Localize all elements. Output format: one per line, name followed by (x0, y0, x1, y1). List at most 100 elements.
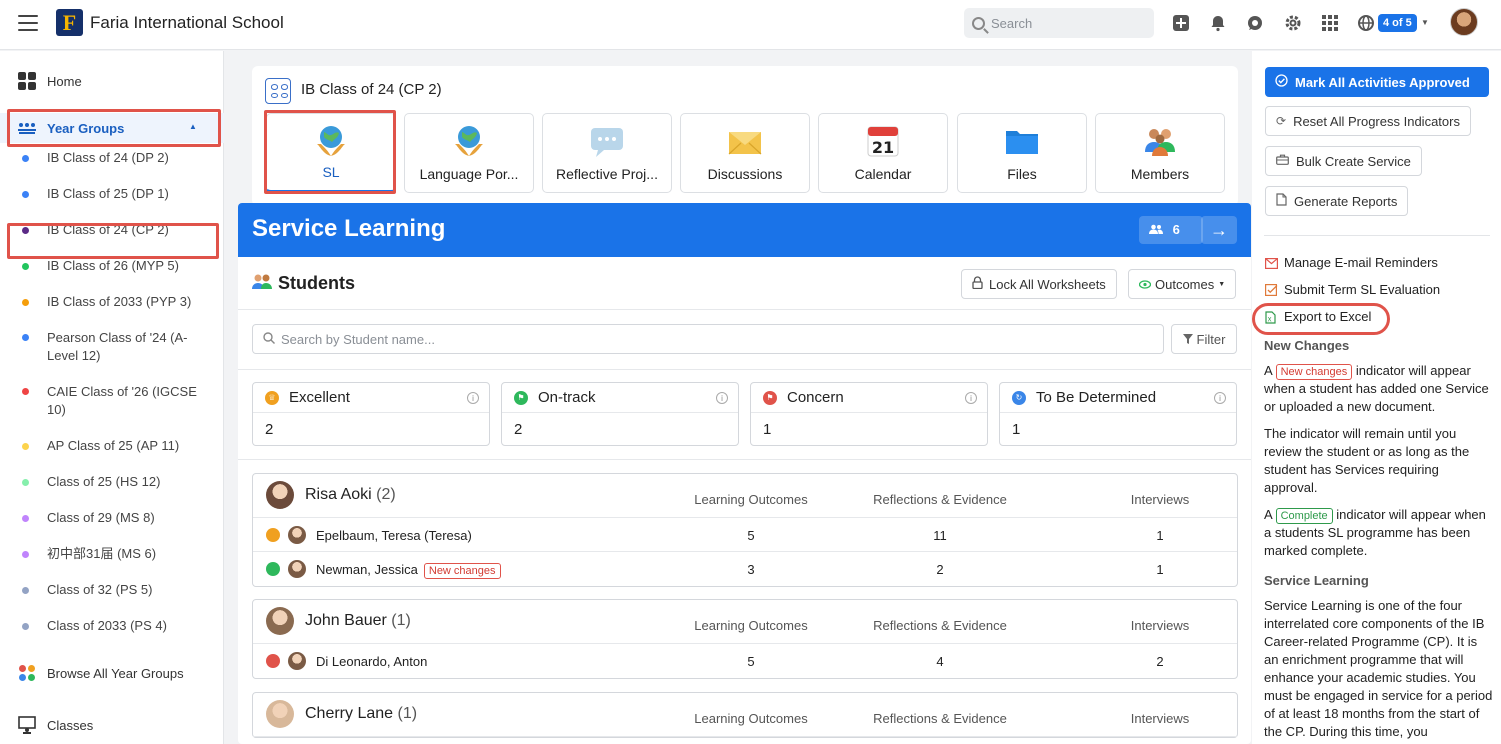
student-name[interactable]: Di Leonardo, Anton (316, 654, 427, 669)
school-name[interactable]: Faria International School (90, 13, 284, 33)
arrow-right-icon[interactable]: → (1201, 216, 1237, 244)
advisor-group: Cherry Lane (1) Learning Outcomes Reflecti… (252, 692, 1238, 738)
sidebar-item-year-group[interactable]: IB Class of 24 (DP 2) (0, 149, 224, 167)
student-name[interactable]: Newman, Jessica New changes (316, 562, 501, 579)
sidebar-item-year-group[interactable]: Class of 32 (PS 5) (0, 581, 224, 599)
home-icon (18, 72, 36, 90)
sidebar-item-year-group[interactable]: CAIE Class of '26 (IGCSE 10) (0, 383, 224, 419)
reflections-value: 11 (933, 528, 947, 543)
submit-term-sl-evaluation-link[interactable]: Submit Term SL Evaluation (1265, 282, 1440, 297)
class-tools-card: IB Class of 24 (CP 2) SL Language Por... R… (252, 66, 1238, 206)
apps-grid-icon[interactable] (1321, 14, 1339, 32)
account-badge[interactable]: 4 of 5 (1378, 14, 1417, 32)
advisor-name[interactable]: John Bauer (1) (305, 612, 411, 630)
tool-tile-label: Language Por... (419, 166, 519, 182)
global-search-input[interactable]: Search (964, 8, 1154, 38)
stat-card: ↻ To Be Determined i 1 (999, 382, 1237, 446)
table-row[interactable]: Di Leonardo, Anton 5 4 2 (253, 644, 1237, 678)
status-icon (266, 654, 280, 668)
globe-icon[interactable] (1357, 14, 1375, 32)
reset-progress-button[interactable]: ⟳ Reset All Progress Indicators (1265, 106, 1471, 136)
sidebar-item-year-group[interactable]: IB Class of 2033 (PYP 3) (0, 293, 224, 311)
manage-email-reminders-link[interactable]: Manage E-mail Reminders (1265, 255, 1438, 270)
info-icon[interactable]: i (716, 392, 728, 404)
sidebar-item-label: IB Class of 2033 (PYP 3) (47, 294, 192, 309)
outcomes-label: Outcomes (1155, 276, 1215, 292)
advisor-count: (1) (397, 705, 418, 722)
user-avatar[interactable] (1450, 8, 1478, 36)
manage-email-reminders-label: Manage E-mail Reminders (1284, 255, 1438, 270)
sidebar-item-browse-all[interactable]: Browse All Year Groups (0, 663, 224, 683)
tool-tile[interactable]: Members (1095, 113, 1225, 193)
generate-reports-button[interactable]: Generate Reports (1265, 186, 1409, 216)
bulk-create-service-button[interactable]: Bulk Create Service (1265, 146, 1422, 176)
tool-tile[interactable]: 21 Calendar (818, 113, 948, 193)
service-learning-heading: Service Learning (1264, 573, 1369, 588)
sidebar-item-year-group[interactable]: Class of 29 (MS 8) (0, 509, 224, 527)
avatar[interactable] (266, 700, 294, 728)
chevron-down-icon[interactable]: ▼ (1416, 14, 1434, 32)
column-header: Learning Outcomes (694, 492, 808, 507)
speech-bubble-icon (590, 124, 624, 158)
column-header: Reflections & Evidence (873, 618, 1007, 633)
student-name-text: Di Leonardo, Anton (316, 654, 428, 669)
avatar (288, 560, 306, 578)
stat-value: 1 (763, 421, 772, 438)
members-count-button[interactable]: 6 (1139, 216, 1203, 244)
right-panel: Mark All Activities Approved ⟳ Reset All… (1252, 51, 1501, 744)
advisor-name[interactable]: Risa Aoki (2) (305, 486, 396, 504)
sidebar-item-classes[interactable]: Classes (0, 715, 224, 735)
service-learning-card: Service Learning 6 → Students Lock All W… (238, 203, 1251, 744)
sidebar-item-year-group[interactable]: Pearson Class of '24 (A-Level 12) (0, 329, 224, 365)
calendar-icon: 21 (866, 124, 900, 158)
sidebar-item-year-group[interactable]: IB Class of 25 (DP 1) (0, 185, 224, 203)
tool-tile[interactable]: Reflective Proj... (542, 113, 672, 193)
mark-all-approved-button[interactable]: Mark All Activities Approved (1265, 67, 1489, 97)
info-icon[interactable]: i (467, 392, 479, 404)
stat-card: ⚑ Concern i 1 (750, 382, 988, 446)
sidebar-item-label: Class of 32 (PS 5) (47, 582, 153, 597)
sidebar-item-year-group[interactable]: Class of 25 (HS 12) (0, 473, 224, 491)
avatar[interactable] (266, 481, 294, 509)
sidebar-item-year-group[interactable]: Class of 2033 (PS 4) (0, 617, 224, 635)
table-row[interactable]: Epelbaum, Teresa (Teresa) 5 11 1 (253, 518, 1237, 552)
sidebar-item-year-group[interactable]: AP Class of 25 (AP 11) (0, 437, 224, 455)
sidebar-item-home[interactable]: Home (0, 71, 224, 91)
sidebar-item-label: Browse All Year Groups (47, 665, 184, 681)
service-learning-header: Service Learning 6 → (238, 203, 1251, 257)
sidebar-item-label: IB Class of 24 (DP 2) (47, 150, 169, 165)
table-row[interactable]: Newman, Jessica New changes 3 2 1 (253, 552, 1237, 586)
bell-icon[interactable] (1209, 14, 1227, 32)
color-dot-icon (22, 262, 29, 270)
students-icon (252, 273, 272, 294)
lock-all-worksheets-label: Lock All Worksheets (989, 276, 1106, 292)
gear-icon[interactable] (1284, 14, 1302, 32)
sidebar-item-label: Class of 25 (HS 12) (47, 474, 161, 489)
school-logo[interactable]: F (56, 9, 83, 36)
members-count: 6 (1172, 222, 1180, 237)
filter-button[interactable]: Filter (1171, 324, 1237, 354)
outcomes-dropdown[interactable]: Outcomes ▼ (1128, 269, 1237, 299)
status-icon (266, 562, 280, 576)
tool-tile-label: Files (1007, 166, 1037, 182)
advisor-name[interactable]: Cherry Lane (1) (305, 705, 417, 723)
chat-icon[interactable] (1246, 14, 1264, 32)
info-icon[interactable]: i (965, 392, 977, 404)
info-icon[interactable]: i (1214, 392, 1226, 404)
lock-all-worksheets-button[interactable]: Lock All Worksheets (961, 269, 1117, 299)
status-icon: ↻ (1012, 390, 1026, 405)
add-icon[interactable] (1172, 14, 1190, 32)
advisor-group: Risa Aoki (2) Learning Outcomes Reflection… (252, 473, 1238, 587)
sidebar-item-year-group[interactable]: 初中部31届 (MS 6) (0, 545, 224, 563)
avatar[interactable] (266, 607, 294, 635)
tool-tile[interactable]: Discussions (680, 113, 810, 193)
student-name[interactable]: Epelbaum, Teresa (Teresa) (316, 528, 472, 543)
student-search-input[interactable]: Search by Student name... (252, 324, 1164, 354)
menu-icon[interactable] (18, 15, 38, 31)
sidebar-item-year-group[interactable]: IB Class of 26 (MYP 5) (0, 257, 224, 275)
tool-tile[interactable]: Language Por... (404, 113, 534, 193)
column-header: Reflections & Evidence (873, 711, 1007, 726)
advisor-name-text: Risa Aoki (305, 486, 372, 503)
tool-tile[interactable]: Files (957, 113, 1087, 193)
divider (238, 309, 1251, 310)
